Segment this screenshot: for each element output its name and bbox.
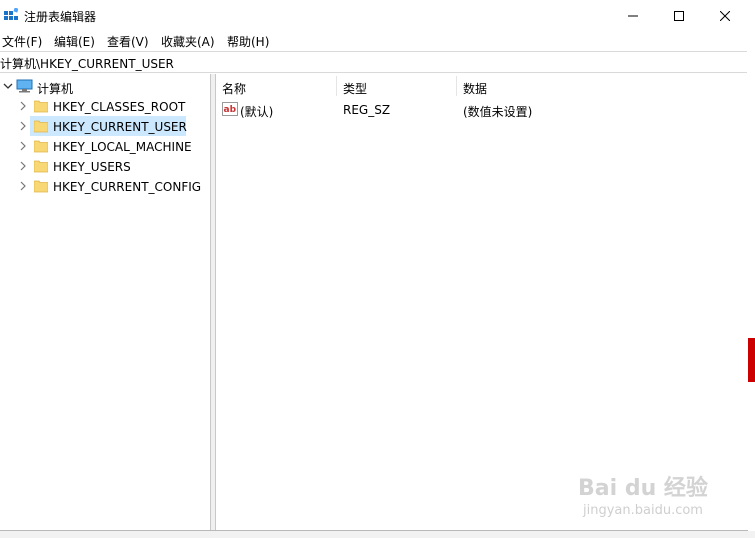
window-title: 注册表编辑器 (24, 10, 97, 24)
tree-label: HKEY_CLASSES_ROOT (53, 100, 186, 114)
column-header-label: 数据 (463, 82, 488, 96)
string-value-icon: ab (222, 102, 238, 116)
tree-label: HKEY_USERS (53, 160, 131, 174)
value-data: (数值未设置) (463, 105, 533, 119)
values-list-pane[interactable]: 名称 类型 数据 ab (默认) REG_SZ (数值未设置) (216, 74, 747, 530)
computer-icon (16, 79, 33, 93)
menu-favorites[interactable]: 收藏夹(A) (161, 33, 215, 50)
folder-icon (34, 180, 48, 193)
tree-label: HKEY_LOCAL_MACHINE (53, 140, 192, 154)
close-icon (719, 10, 731, 21)
chevron-down-icon[interactable] (3, 80, 13, 92)
column-header-data[interactable]: 数据 (457, 74, 746, 98)
column-header-label: 类型 (343, 82, 368, 96)
column-header-name[interactable]: 名称 (216, 74, 337, 98)
menu-file[interactable]: 文件(F) (2, 33, 42, 50)
list-row-default[interactable]: ab (默认) REG_SZ (数值未设置) (216, 100, 746, 120)
folder-icon (34, 100, 48, 113)
title-bar[interactable]: 注册表编辑器 (0, 0, 748, 30)
maximize-icon (674, 10, 684, 21)
tree-item-hkey-classes-root[interactable]: HKEY_CLASSES_ROOT (18, 96, 208, 116)
tree-item-hkey-local-machine[interactable]: HKEY_LOCAL_MACHINE (18, 136, 208, 156)
chevron-right-icon[interactable] (18, 120, 28, 132)
chevron-right-icon[interactable] (18, 140, 28, 152)
tree-label: HKEY_CURRENT_CONFIG (53, 180, 202, 194)
close-button[interactable] (702, 0, 748, 30)
tree-label: HKEY_CURRENT_USER (53, 120, 187, 134)
menu-view[interactable]: 查看(V) (107, 33, 149, 50)
value-type: REG_SZ (343, 103, 391, 117)
tree-item-hkey-current-user[interactable]: HKEY_CURRENT_USER (18, 116, 208, 136)
background-bottom-strip (0, 531, 755, 538)
folder-icon (34, 120, 48, 133)
watermark-logo: Bai du 经验 (578, 476, 708, 501)
chevron-right-icon[interactable] (18, 180, 28, 192)
regedit-window: 注册表编辑器 文件(F) 编辑(E) 查看(V) 收藏夹(A) 帮助(H) 计算… (0, 0, 749, 531)
svg-text:ab: ab (224, 105, 237, 115)
chevron-right-icon[interactable] (18, 100, 28, 112)
column-header-type[interactable]: 类型 (337, 74, 457, 98)
folder-icon (34, 160, 48, 173)
menu-edit[interactable]: 编辑(E) (54, 33, 95, 50)
key-tree-pane[interactable]: 计算机 HKEY_CLASSES_ROOT HKEY_CURRENT_USER … (0, 74, 211, 530)
background-red-block (748, 338, 755, 382)
chevron-right-icon[interactable] (18, 160, 28, 172)
tree-item-computer[interactable]: 计算机 (0, 76, 200, 96)
regedit-app-icon (4, 8, 18, 20)
tree-item-hkey-current-config[interactable]: HKEY_CURRENT_CONFIG (18, 176, 208, 196)
value-name: (默认) (240, 105, 274, 119)
watermark-url: jingyan.baidu.com (583, 503, 703, 518)
minimize-icon (628, 15, 638, 16)
address-path[interactable]: 计算机\HKEY_CURRENT_USER (0, 55, 174, 72)
maximize-button[interactable] (656, 0, 702, 30)
minimize-button[interactable] (610, 0, 656, 30)
folder-icon (34, 140, 48, 153)
menu-help[interactable]: 帮助(H) (227, 33, 269, 50)
tree-label-computer: 计算机 (37, 82, 74, 96)
background-strip (748, 0, 755, 538)
address-bar[interactable]: 计算机\HKEY_CURRENT_USER (0, 51, 747, 73)
menu-bar: 文件(F) 编辑(E) 查看(V) 收藏夹(A) 帮助(H) (0, 30, 748, 50)
tree-item-hkey-users[interactable]: HKEY_USERS (18, 156, 208, 176)
column-header-label: 名称 (222, 82, 247, 96)
